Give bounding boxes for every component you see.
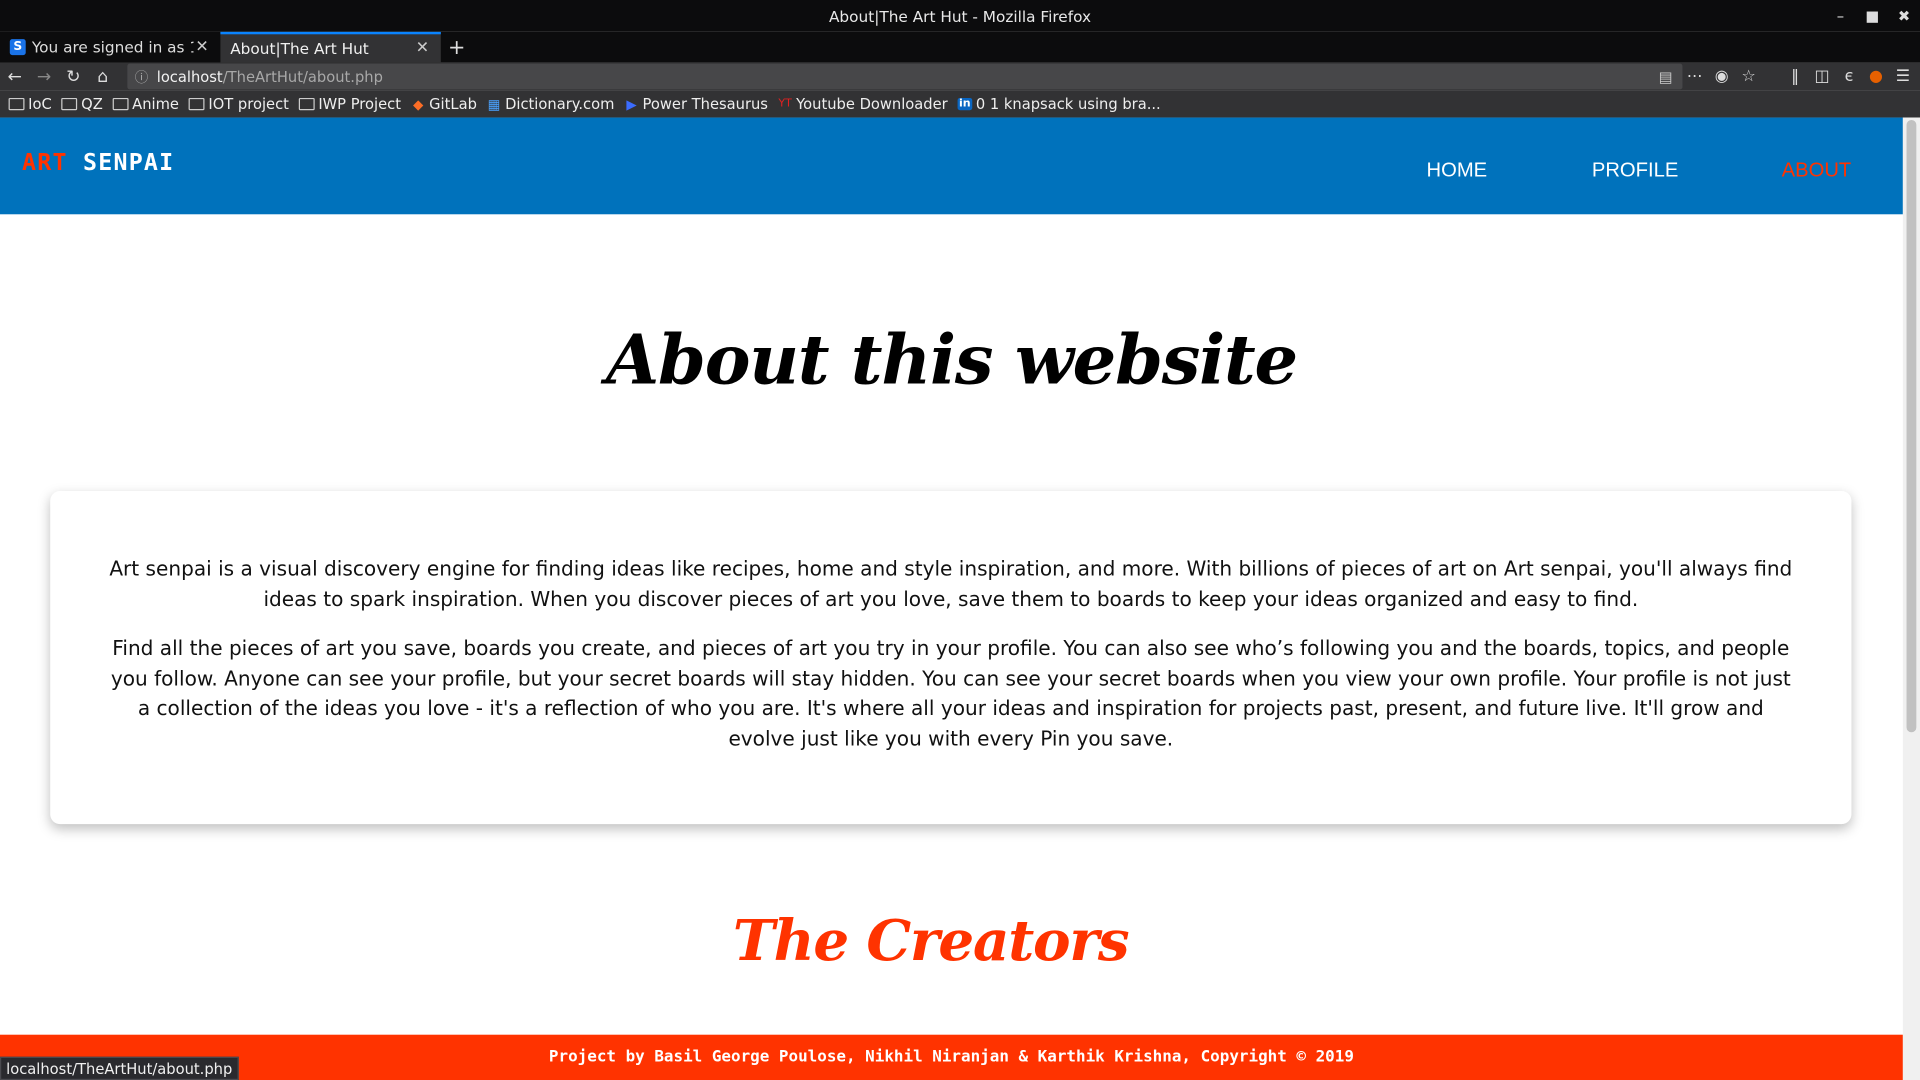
page-actions-icon[interactable]: ⋯: [1685, 67, 1705, 85]
tab-title: About|The Art Hut: [230, 39, 369, 58]
url-path: /TheArtHut/about.php: [222, 67, 383, 86]
tab-strip: S You are signed in as 1761 ✕ About|The …: [0, 31, 1920, 63]
tab-about[interactable]: About|The Art Hut ✕: [220, 31, 441, 63]
folder-icon: [298, 97, 315, 111]
folder-icon: [61, 97, 78, 111]
new-tab-icon[interactable]: +: [441, 32, 473, 63]
reload-icon[interactable]: ↻: [59, 62, 88, 90]
thesaurus-icon: ▶: [626, 96, 637, 113]
back-icon[interactable]: ←: [0, 62, 29, 90]
footer-text: Project by Basil George Poulose, Nikhil …: [548, 1048, 1354, 1067]
reader-view-icon[interactable]: ▤: [1659, 68, 1673, 85]
about-paragraph-2: Find all the pieces of art you save, boa…: [110, 636, 1791, 751]
gitlab-icon: ◆: [412, 96, 424, 113]
nav-profile-link[interactable]: PROFILE: [1592, 159, 1678, 182]
nav-home-link[interactable]: HOME: [1427, 159, 1488, 182]
tab-signed-in[interactable]: S You are signed in as 1761 ✕: [0, 31, 221, 63]
logo-senpai: SENPAI: [82, 149, 175, 177]
page-viewport: ART SENPAI HOME PROFILE ABOUT About this…: [0, 117, 1920, 1080]
bookmark-iwp-project[interactable]: IWP Project: [298, 96, 401, 113]
sidebar-icon[interactable]: ◫: [1812, 67, 1832, 85]
tab-title: You are signed in as 1761: [31, 37, 194, 57]
close-tab-icon[interactable]: ✕: [414, 39, 431, 57]
window-title: About|The Art Hut - Mozilla Firefox: [828, 6, 1092, 26]
about-card: Art senpai is a visual discovery engine …: [50, 491, 1852, 825]
info-icon[interactable]: ⓘ: [135, 67, 157, 87]
home-icon[interactable]: ⌂: [88, 62, 117, 90]
url-bar[interactable]: ⓘ localhost/TheArtHut/about.php ▤: [127, 63, 1683, 90]
status-link-preview: localhost/TheArtHut/about.php: [0, 1056, 239, 1080]
logo-art: ART: [22, 149, 68, 177]
creators-title: The Creators: [732, 907, 1130, 974]
library-icon[interactable]: ‖: [1785, 67, 1805, 85]
bookmark-ioc[interactable]: IoC: [8, 96, 52, 113]
bookmark-anime[interactable]: Anime: [112, 96, 179, 113]
bookmark-youtube-downloader[interactable]: YT Youtube Downloader: [778, 96, 947, 113]
window-controls: – ■ ✖: [1832, 0, 1913, 32]
site-header: ART SENPAI HOME PROFILE ABOUT: [0, 117, 1903, 215]
bookmarks-toolbar: IoC QZ Anime IOT project IWP Project ◆ Gi…: [0, 90, 1920, 118]
bookmark-star-icon[interactable]: ☆: [1739, 67, 1759, 85]
folder-icon: [8, 97, 25, 111]
scrollbar-thumb[interactable]: [1906, 120, 1917, 733]
bookmark-dictionary[interactable]: ▦ Dictionary.com: [487, 96, 615, 113]
addon-icon[interactable]: ●: [1866, 67, 1886, 85]
youtube-icon: YT: [778, 97, 792, 111]
folder-icon: [188, 97, 205, 111]
folder-icon: [112, 97, 129, 111]
site-favicon-icon: S: [9, 39, 26, 56]
maximize-icon[interactable]: ■: [1864, 7, 1881, 24]
pocket-icon[interactable]: ◉: [1712, 67, 1732, 85]
bookmark-gitlab[interactable]: ◆ GitLab: [411, 96, 477, 113]
window-titlebar: About|The Art Hut - Mozilla Firefox – ■ …: [0, 0, 1920, 32]
bookmark-knapsack[interactable]: in 0 1 knapsack using bra...: [957, 96, 1161, 113]
extension-icon[interactable]: є: [1839, 67, 1859, 85]
bookmark-qz[interactable]: QZ: [61, 96, 103, 113]
minimize-icon[interactable]: –: [1832, 7, 1849, 24]
site-footer: Project by Basil George Poulose, Nikhil …: [0, 1034, 1903, 1080]
close-window-icon[interactable]: ✖: [1896, 7, 1913, 24]
toolbar-icons: ⋯ ◉ ☆ ‖ ◫ є ● ☰: [1685, 62, 1920, 90]
about-paragraph-1: Art senpai is a visual discovery engine …: [109, 557, 1793, 611]
menu-icon[interactable]: ☰: [1893, 67, 1913, 85]
navigation-toolbar: ← → ↻ ⌂ ⓘ localhost/TheArtHut/about.php …: [0, 62, 1920, 91]
nav-about-link[interactable]: ABOUT: [1782, 159, 1852, 182]
linkedin-icon: in: [957, 97, 973, 111]
url-host: localhost: [156, 67, 223, 86]
forward-icon[interactable]: →: [29, 62, 58, 90]
about-title: About this website: [605, 319, 1298, 401]
scrollbar[interactable]: [1902, 117, 1920, 1080]
close-tab-icon[interactable]: ✕: [193, 38, 210, 56]
bookmark-power-thesaurus[interactable]: ▶ Power Thesaurus: [624, 96, 768, 113]
bookmark-iot-project[interactable]: IOT project: [188, 96, 289, 113]
site-logo[interactable]: ART SENPAI: [22, 149, 174, 176]
dictionary-icon: ▦: [487, 96, 501, 113]
